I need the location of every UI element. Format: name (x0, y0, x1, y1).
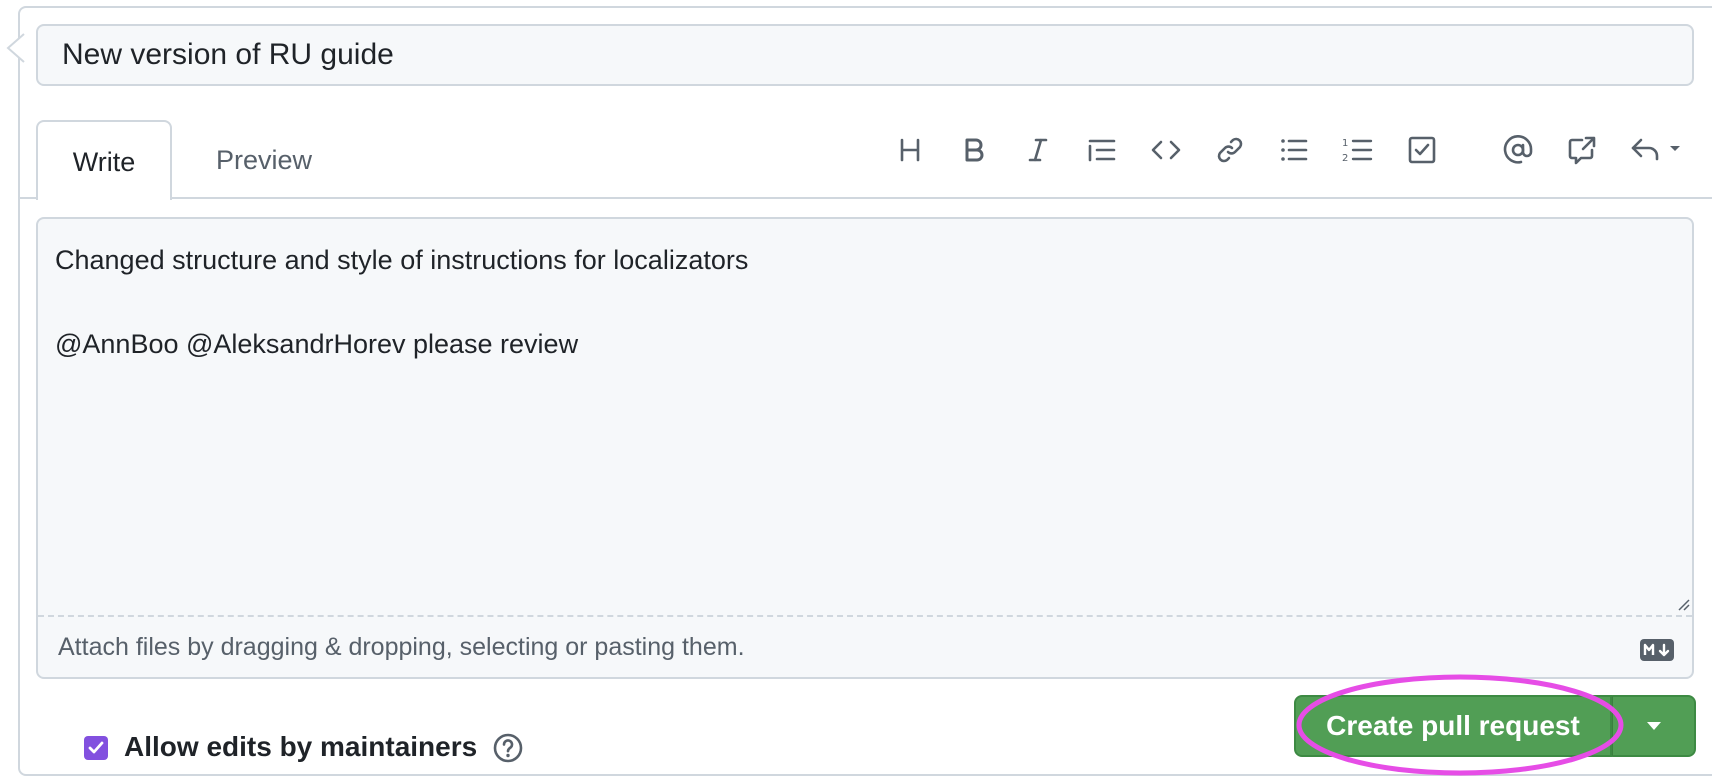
mention-icon[interactable] (1496, 128, 1540, 172)
allow-edits-checkbox[interactable] (84, 736, 108, 760)
attach-files-hint[interactable]: Attach files by dragging & dropping, sel… (58, 633, 745, 662)
triangle-down-icon (1646, 722, 1661, 730)
svg-text:1: 1 (1342, 138, 1348, 149)
reply-icon[interactable] (1628, 128, 1692, 172)
ordered-list-icon[interactable]: 12 (1336, 128, 1380, 172)
panel-caret (6, 33, 25, 63)
unordered-list-icon[interactable] (1272, 128, 1316, 172)
description-line: Changed structure and style of instructi… (55, 245, 749, 275)
link-icon[interactable] (1208, 128, 1252, 172)
svg-text:2: 2 (1342, 153, 1348, 164)
help-icon[interactable] (492, 732, 524, 764)
code-icon[interactable] (1144, 128, 1188, 172)
italic-icon[interactable] (1016, 128, 1060, 172)
task-list-icon[interactable] (1400, 128, 1444, 172)
tab-write[interactable]: Write (36, 120, 172, 200)
description-blank-line (55, 281, 1692, 323)
bold-icon[interactable] (952, 128, 996, 172)
tab-preview[interactable]: Preview (196, 120, 332, 200)
heading-icon[interactable] (888, 128, 932, 172)
description-textarea[interactable]: Changed structure and style of instructi… (38, 219, 1692, 615)
quote-icon[interactable] (1080, 128, 1124, 172)
checkmark-icon (88, 741, 104, 754)
allow-edits-label[interactable]: Allow edits by maintainers (124, 731, 477, 763)
create-pull-request-button[interactable]: Create pull request (1294, 695, 1612, 757)
cross-reference-icon[interactable] (1560, 128, 1604, 172)
title-input[interactable] (36, 24, 1694, 86)
description-line: @AnnBoo @AleksandrHorev please review (55, 329, 579, 359)
markdown-icon[interactable] (1640, 639, 1674, 661)
create-options-dropdown-button[interactable] (1612, 695, 1696, 757)
attach-files-bar[interactable]: Attach files by dragging & dropping, sel… (38, 615, 1692, 677)
resize-handle-icon[interactable] (1674, 595, 1690, 611)
description-editor[interactable]: Changed structure and style of instructi… (36, 217, 1694, 679)
